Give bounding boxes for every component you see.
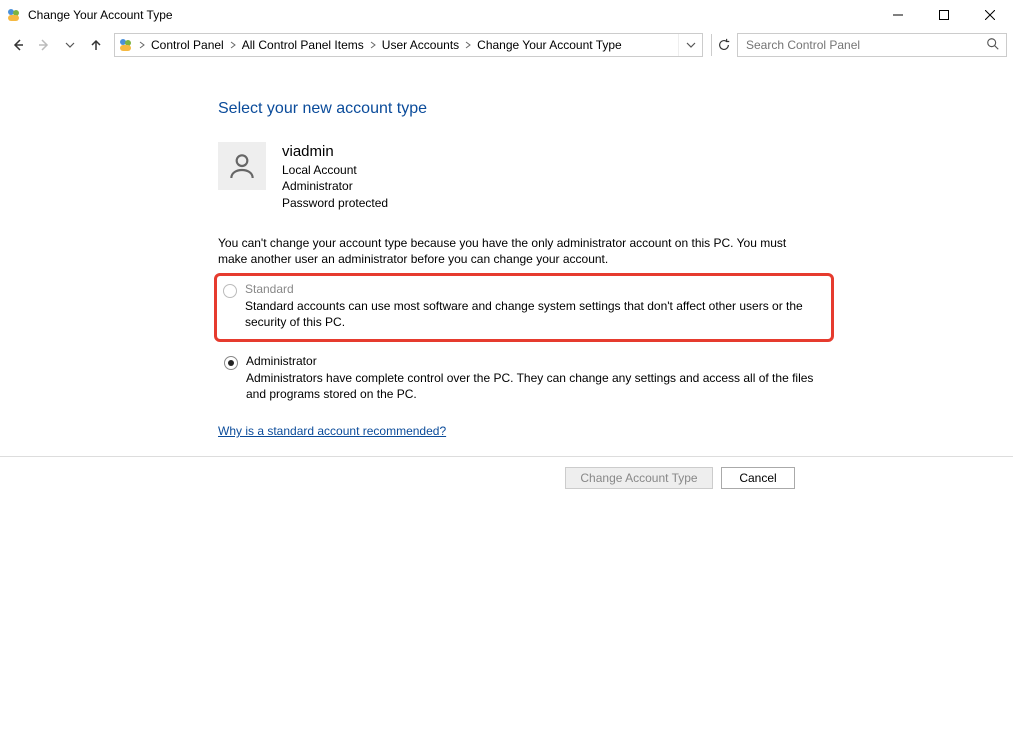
close-button[interactable] [967, 0, 1013, 30]
address-dropdown-button[interactable] [678, 34, 702, 56]
recent-dropdown-button[interactable] [58, 33, 82, 57]
user-name: viadmin [282, 142, 388, 162]
chevron-right-icon[interactable] [463, 41, 473, 49]
search-icon[interactable] [986, 37, 1000, 54]
refresh-button[interactable] [711, 34, 735, 56]
footer: Change Account Type Cancel [0, 457, 1013, 489]
chevron-right-icon[interactable] [368, 41, 378, 49]
radio-administrator[interactable] [224, 356, 238, 370]
option-standard[interactable]: Standard Standard accounts can use most … [214, 273, 834, 341]
warning-text: You can't change your account type becau… [218, 235, 798, 267]
nav-bar: Control Panel All Control Panel Items Us… [0, 30, 1013, 60]
page-heading: Select your new account type [218, 100, 838, 118]
avatar [218, 142, 266, 190]
user-block: viadmin Local Account Administrator Pass… [218, 142, 838, 211]
help-link[interactable]: Why is a standard account recommended? [218, 424, 446, 438]
minimize-button[interactable] [875, 0, 921, 30]
search-box[interactable] [737, 33, 1007, 57]
breadcrumb-item[interactable]: All Control Panel Items [238, 38, 368, 52]
forward-button[interactable] [32, 33, 56, 57]
address-bar[interactable]: Control Panel All Control Panel Items Us… [114, 33, 703, 57]
breadcrumb: Control Panel All Control Panel Items Us… [147, 38, 678, 52]
user-password-status: Password protected [282, 195, 388, 211]
chevron-right-icon[interactable] [228, 41, 238, 49]
breadcrumb-item[interactable]: Change Your Account Type [473, 38, 626, 52]
main-content: Select your new account type viadmin Loc… [218, 100, 838, 438]
maximize-button[interactable] [921, 0, 967, 30]
users-icon [6, 7, 22, 23]
option-label: Standard [245, 282, 823, 296]
search-input[interactable] [744, 37, 986, 53]
user-role: Administrator [282, 178, 388, 194]
option-description: Standard accounts can use most software … [245, 298, 823, 330]
breadcrumb-item[interactable]: User Accounts [378, 38, 463, 52]
option-description: Administrators have complete control ove… [246, 370, 830, 402]
breadcrumb-item[interactable]: Control Panel [147, 38, 228, 52]
back-button[interactable] [6, 33, 30, 57]
change-account-type-button[interactable]: Change Account Type [565, 467, 713, 489]
window-title: Change Your Account Type [28, 8, 173, 22]
user-info: viadmin Local Account Administrator Pass… [282, 142, 388, 211]
cancel-button[interactable]: Cancel [721, 467, 795, 489]
option-body: Administrator Administrators have comple… [246, 354, 830, 402]
option-label: Administrator [246, 354, 830, 368]
users-icon [115, 37, 137, 53]
user-account-type: Local Account [282, 162, 388, 178]
option-body: Standard Standard accounts can use most … [245, 282, 823, 330]
title-bar: Change Your Account Type [0, 0, 1013, 30]
chevron-right-icon[interactable] [137, 41, 147, 49]
radio-standard[interactable] [223, 284, 237, 298]
option-administrator[interactable]: Administrator Administrators have comple… [218, 348, 838, 410]
window-controls [875, 0, 1013, 30]
up-button[interactable] [84, 33, 108, 57]
